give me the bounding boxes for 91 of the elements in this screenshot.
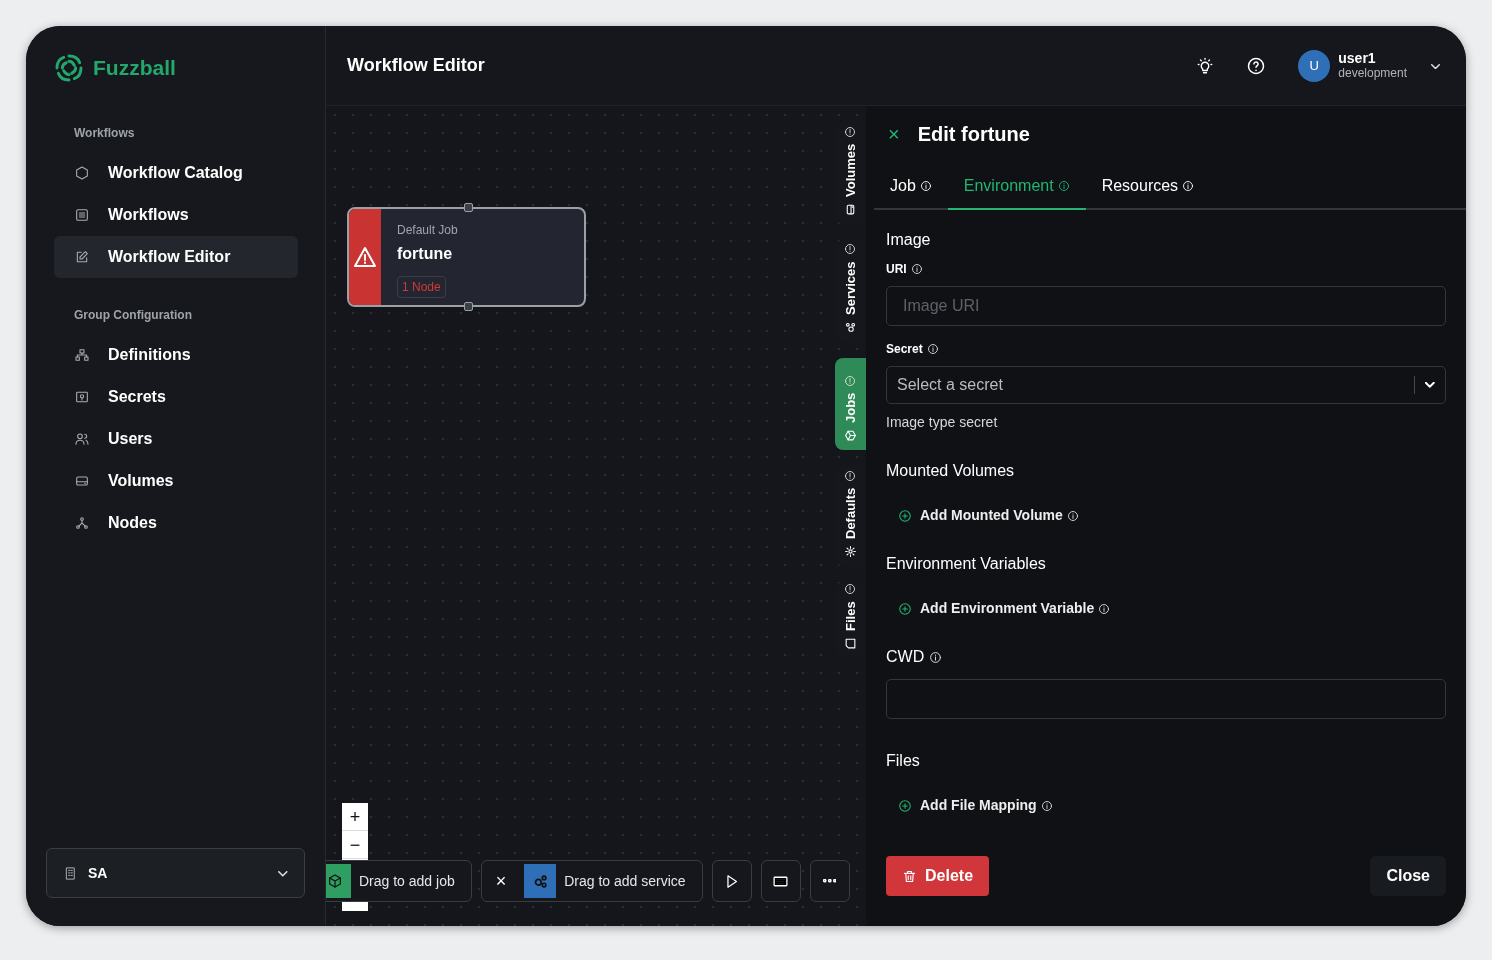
organization-selector[interactable]: SA: [46, 848, 305, 898]
nav-item[interactable]: Workflow Editor: [54, 236, 298, 278]
job-drag-chip[interactable]: Drag to add job: [326, 860, 472, 902]
node-type: Default Job: [397, 222, 458, 239]
tab[interactable]: Job: [874, 168, 948, 210]
hexagon-icon: [74, 165, 90, 181]
gear-icon: [844, 545, 857, 558]
nodes-icon: [74, 515, 90, 531]
info-icon: [844, 469, 857, 482]
panel-title: Edit fortune: [917, 122, 1030, 147]
app-logo-text: Fuzzball: [93, 55, 176, 82]
add-button[interactable]: Add Environment Variable: [886, 598, 1095, 619]
connection-handle[interactable]: [464, 203, 473, 212]
info-icon: [1057, 180, 1070, 192]
field-label: Secret: [886, 341, 923, 358]
section-heading: CWD: [886, 647, 925, 667]
warning-icon: [353, 245, 377, 269]
run-button[interactable]: [711, 860, 752, 902]
nav-item[interactable]: Secrets: [54, 376, 298, 418]
info-icon: [919, 180, 932, 192]
plus-circle-icon: [898, 601, 912, 616]
info-icon: [1040, 799, 1053, 812]
connection-handle[interactable]: [464, 302, 473, 311]
info-icon: [910, 263, 923, 275]
section-heading: Environment Variables: [886, 554, 1046, 574]
user-name: user1: [1338, 51, 1377, 67]
add-button[interactable]: Add Mounted Volume: [886, 505, 1063, 526]
chevron-down-icon: [278, 871, 288, 877]
close-panel-button[interactable]: ×: [884, 115, 904, 153]
nav-item[interactable]: Nodes: [54, 502, 298, 544]
page-title: Workflow Editor: [347, 54, 485, 77]
side-tab[interactable]: Jobs: [835, 358, 866, 450]
node-name: fortune: [397, 244, 454, 264]
add-button[interactable]: Add File Mapping: [886, 795, 1037, 816]
field-label: URI: [886, 261, 907, 278]
gears-icon: [844, 321, 857, 334]
list-icon: [74, 207, 90, 223]
section-heading: Mounted Volumes: [886, 461, 1015, 481]
info-icon: [1182, 180, 1195, 192]
service-drag-chip[interactable]: × Drag to add service: [480, 860, 703, 902]
help-icon: [1246, 55, 1267, 76]
section-heading: Files: [886, 751, 920, 771]
nav-item[interactable]: Users: [54, 418, 298, 460]
info-icon: [926, 343, 939, 355]
nav-item[interactable]: Definitions: [54, 334, 298, 376]
tab[interactable]: Resources: [1085, 168, 1211, 210]
more-icon: [822, 879, 837, 883]
info-icon: [844, 125, 857, 138]
sitemap-icon: [74, 347, 90, 363]
edit-icon: [74, 249, 90, 265]
chevron-down-icon: [1425, 382, 1435, 388]
text-input[interactable]: [886, 679, 1446, 719]
nav-item[interactable]: Workflows: [54, 194, 298, 236]
chevron-down-icon: [1431, 63, 1440, 69]
user-avatar: U: [1298, 49, 1331, 82]
nav-item[interactable]: Volumes: [54, 460, 298, 502]
info-icon: [1098, 602, 1111, 615]
section-heading: Image: [886, 230, 931, 250]
cube-icon: [327, 873, 343, 889]
light-bulb-icon: [1196, 56, 1215, 75]
file-icon: [844, 637, 857, 650]
drive-icon: [844, 203, 857, 216]
section-title: Group Configuration: [74, 307, 193, 324]
user-menu[interactable]: U user1 development: [1294, 45, 1444, 86]
building-icon: [63, 865, 78, 881]
more-button[interactable]: [809, 860, 850, 902]
drive-icon: [74, 473, 90, 489]
clear-button[interactable]: ×: [485, 867, 517, 895]
trash-icon: [902, 868, 917, 884]
key-card-icon: [74, 389, 90, 405]
plus-circle-icon: [898, 508, 912, 523]
text-input[interactable]: Image URI: [886, 286, 1446, 326]
info-icon: [929, 650, 943, 664]
logo-icon: [53, 52, 85, 84]
keyboard-shortcuts-button[interactable]: [760, 860, 801, 902]
info-icon: [844, 374, 857, 387]
tab[interactable]: Environment: [947, 168, 1086, 210]
node-count-tag: 1 Node: [397, 276, 446, 298]
users-icon: [74, 431, 90, 447]
info-icon: [844, 583, 857, 596]
user-environment: development: [1338, 66, 1407, 80]
helper-text: Image type secret: [886, 413, 999, 432]
info-icon: [1066, 509, 1079, 522]
info-icon: [844, 243, 857, 256]
close-button[interactable]: Close: [1370, 856, 1446, 896]
nav-item[interactable]: Workflow Catalog: [54, 152, 298, 194]
secret-select[interactable]: Select a secret: [886, 366, 1446, 404]
section-title: Workflows: [74, 125, 136, 142]
delete-button[interactable]: Delete: [886, 856, 990, 896]
plus-circle-icon: [898, 798, 912, 813]
cube-icon: [844, 429, 857, 442]
